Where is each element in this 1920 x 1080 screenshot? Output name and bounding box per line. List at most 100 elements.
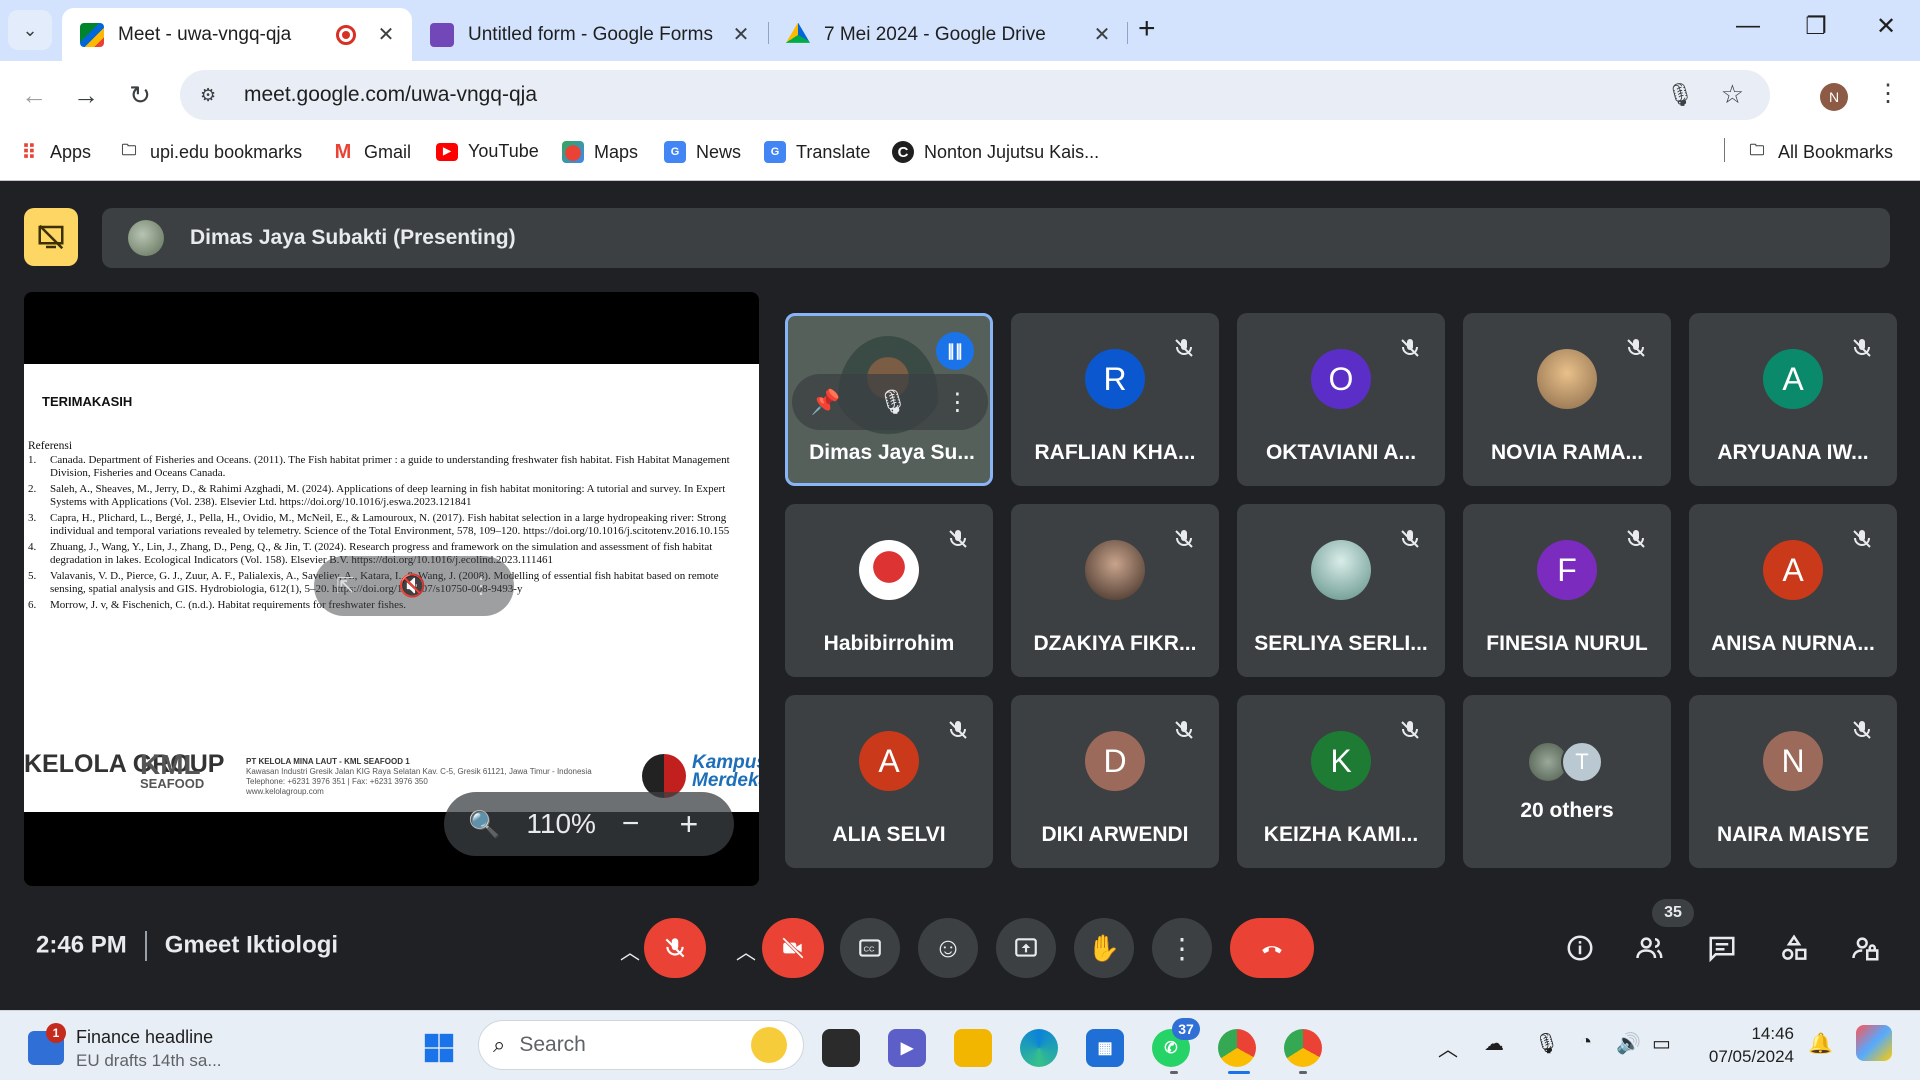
participant-tile-self[interactable]: ∥∥ 📌 🎙 ⋮ Dimas Jaya Su...: [785, 313, 993, 486]
bookmark-upi[interactable]: 🗀 upi.edu bookmarks: [118, 141, 302, 163]
tab-search-button[interactable]: ⌄: [8, 10, 52, 50]
microphone-icon[interactable]: 🎙: [1666, 82, 1694, 108]
participant-tile[interactable]: R RAFLIAN KHA...: [1011, 313, 1219, 486]
forward-button[interactable]: →: [64, 73, 108, 117]
speaking-indicator-icon: ∥∥: [936, 332, 974, 370]
raise-hand-button[interactable]: ✋: [1074, 918, 1134, 978]
bookmark-jujutsu[interactable]: C Nonton Jujutsu Kais...: [892, 141, 1099, 163]
present-button[interactable]: [996, 918, 1056, 978]
captions-button[interactable]: CC: [840, 918, 900, 978]
copilot-icon[interactable]: [1856, 1025, 1892, 1061]
volume-icon[interactable]: 🔊: [1616, 1031, 1641, 1056]
battery-icon[interactable]: ▭: [1652, 1031, 1671, 1056]
participant-tile[interactable]: A ALIA SELVI: [785, 695, 993, 868]
reactions-button[interactable]: ☺: [918, 918, 978, 978]
taskbar-search[interactable]: ⌕ Search: [478, 1020, 804, 1070]
news-widget[interactable]: 1 Finance headline EU drafts 14th sa...: [28, 1023, 268, 1071]
leave-call-button[interactable]: [1230, 918, 1314, 978]
participant-tile[interactable]: A ARYUANA IW...: [1689, 313, 1897, 486]
address-line: Telephone: +6231 3976 351 | Fax: +6231 3…: [246, 777, 428, 786]
people-count-badge: 35: [1652, 899, 1694, 927]
others-tile[interactable]: T 20 others: [1463, 695, 1671, 868]
more-options-button[interactable]: ⋮: [1152, 918, 1212, 978]
bookmark-translate[interactable]: G Translate: [764, 141, 870, 163]
ref-number: 2.: [28, 483, 37, 495]
chrome-icon[interactable]: [1218, 1029, 1256, 1067]
bookmark-gmail[interactable]: M Gmail: [332, 141, 411, 163]
participant-name: DIKI ARWENDI: [1041, 823, 1189, 846]
chrome-profile-icon[interactable]: [1284, 1029, 1322, 1067]
microsoft-store-icon[interactable]: ▦: [1086, 1029, 1124, 1067]
onedrive-icon[interactable]: ☁: [1484, 1031, 1504, 1056]
browser-menu-icon[interactable]: ⋮: [1876, 79, 1900, 108]
participant-tile[interactable]: DZAKIYA FIKR...: [1011, 504, 1219, 677]
more-options-icon[interactable]: ⋮: [470, 573, 492, 599]
participant-tile[interactable]: F FINESIA NURUL: [1463, 504, 1671, 677]
back-button[interactable]: ←: [12, 73, 56, 117]
microphone-icon[interactable]: 🎙: [878, 388, 908, 417]
teams-chat-icon[interactable]: ▶: [888, 1029, 926, 1067]
address-bar[interactable]: ⚙ meet.google.com/uwa-vngq-qja 🎙 ☆: [180, 70, 1770, 120]
file-explorer-icon[interactable]: [954, 1029, 992, 1067]
camera-toggle-button[interactable]: [762, 918, 824, 978]
shared-screen[interactable]: TERIMAKASIH Referensi 1. Canada. Departme…: [24, 292, 759, 886]
participant-tile[interactable]: N NAIRA MAISYE: [1689, 695, 1897, 868]
minimize-button[interactable]: —: [1718, 12, 1778, 40]
mute-icon[interactable]: 🔇: [399, 573, 426, 599]
close-tab-icon[interactable]: ✕: [727, 22, 755, 47]
tab-meet[interactable]: Meet - uwa-vngq-qja ✕: [62, 8, 412, 61]
task-view-icon[interactable]: [822, 1029, 860, 1067]
all-bookmarks[interactable]: 🗀 All Bookmarks: [1746, 141, 1893, 163]
zoom-out-button[interactable]: −: [622, 807, 640, 841]
reload-button[interactable]: ↻: [118, 73, 162, 117]
meeting-details-button[interactable]: [1558, 926, 1602, 970]
site-info-icon[interactable]: ⚙: [200, 85, 226, 106]
tab-forms[interactable]: Untitled form - Google Forms ✕: [412, 8, 767, 61]
bookmark-star-icon[interactable]: ☆: [1721, 79, 1744, 110]
new-tab-button[interactable]: +: [1138, 14, 1156, 44]
start-button[interactable]: [420, 1029, 458, 1067]
participant-tile[interactable]: A ANISA NURNA...: [1689, 504, 1897, 677]
participant-tile[interactable]: O OKTAVIANI A...: [1237, 313, 1445, 486]
kml-sub-text: SEAFOOD: [140, 776, 205, 791]
close-tab-icon[interactable]: ✕: [372, 22, 400, 47]
participant-tile[interactable]: Habibirrohim: [785, 504, 993, 677]
microphone-icon[interactable]: 🎙: [1534, 1031, 1559, 1056]
mic-toggle-button[interactable]: [644, 918, 706, 978]
participant-tile[interactable]: NOVIA RAMA...: [1463, 313, 1671, 486]
list-item: 2. Saleh, A., Sheaves, M., Jerry, D., & R…: [28, 483, 748, 509]
video-options-chevron-icon[interactable]: ︿: [736, 936, 756, 965]
bookmark-news[interactable]: G News: [664, 141, 741, 163]
bookmark-maps[interactable]: ⬤ Maps: [562, 141, 638, 163]
show-hidden-icons[interactable]: ︿: [1438, 1033, 1458, 1062]
notifications-bell-icon[interactable]: 🔔: [1808, 1031, 1833, 1056]
people-button[interactable]: [1628, 926, 1672, 970]
tab-drive[interactable]: 7 Mei 2024 - Google Drive ✕: [768, 8, 1128, 61]
close-tab-icon[interactable]: ✕: [1088, 22, 1116, 47]
participant-tile[interactable]: D DIKI ARWENDI: [1011, 695, 1219, 868]
participant-name: Habibirrohim: [823, 632, 955, 655]
zoom-in-button[interactable]: +: [679, 806, 698, 843]
restore-button[interactable]: ❐: [1786, 12, 1846, 41]
bookmark-apps[interactable]: ⠿ Apps: [18, 141, 91, 164]
chat-button[interactable]: [1700, 926, 1744, 970]
bookmark-youtube[interactable]: ▶ YouTube: [436, 141, 539, 162]
more-options-icon[interactable]: ⋮: [945, 388, 969, 417]
pin-icon[interactable]: 📌: [811, 388, 841, 417]
profile-avatar[interactable]: N: [1820, 83, 1848, 111]
self-tile-controls[interactable]: 📌 🎙 ⋮: [792, 374, 988, 430]
audio-options-chevron-icon[interactable]: ︿: [620, 936, 640, 965]
edge-icon[interactable]: [1020, 1029, 1058, 1067]
floating-slide-controls[interactable]: ⇱ 🔇 ⋮: [314, 556, 514, 616]
bookmark-label: Nonton Jujutsu Kais...: [924, 141, 1100, 162]
stop-presenting-button[interactable]: [24, 208, 78, 266]
clock[interactable]: 14:46 07/05/2024: [1700, 1022, 1794, 1068]
pin-icon[interactable]: ⇱: [336, 573, 354, 599]
zoom-search-icon: 🔍: [468, 808, 501, 839]
participant-tile[interactable]: K KEIZHA KAMI...: [1237, 695, 1445, 868]
host-controls-button[interactable]: [1844, 926, 1888, 970]
close-window-button[interactable]: ✕: [1856, 12, 1916, 41]
activities-button[interactable]: [1772, 926, 1816, 970]
wifi-icon[interactable]: ◔: [1580, 1031, 1592, 1054]
participant-tile[interactable]: SERLIYA SERLI...: [1237, 504, 1445, 677]
